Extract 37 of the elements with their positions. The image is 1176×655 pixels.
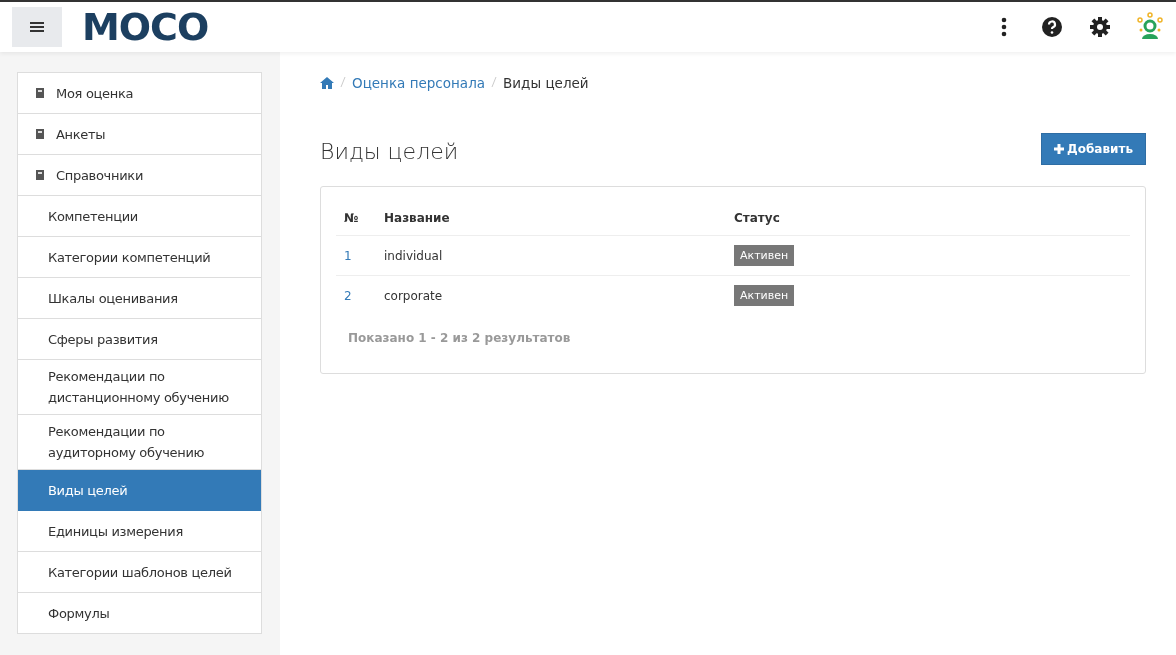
menu-button[interactable] — [12, 7, 62, 47]
sidebar-item[interactable]: Виды целей — [18, 470, 261, 511]
status-badge: Активен — [734, 245, 795, 266]
help-icon[interactable] — [1040, 15, 1064, 39]
book-icon — [34, 87, 46, 99]
sidebar-item[interactable]: Компетенции — [18, 196, 261, 237]
plus-icon — [1054, 144, 1065, 154]
table-cell: corporate — [376, 275, 726, 315]
page-title: Виды целей — [320, 139, 459, 164]
menu-icon — [30, 21, 44, 33]
sidebar-item[interactable]: Моя оценка — [18, 73, 261, 114]
status-badge: Активен — [734, 285, 795, 306]
sidebar-item[interactable]: Рекомендации по дистанционному обучению — [18, 360, 261, 415]
sidebar-item[interactable]: Категории шаблонов целей — [18, 552, 261, 593]
add-button[interactable]: Добавить — [1041, 133, 1146, 165]
sidebar-item[interactable]: Шкалы оценивания — [18, 278, 261, 319]
logo: MOCO — [82, 8, 209, 46]
table-cell: individual — [376, 235, 726, 276]
sidebar-item[interactable]: Анкеты — [18, 114, 261, 155]
column-header: № — [336, 201, 376, 236]
user-avatar-icon[interactable] — [1136, 12, 1164, 42]
sidebar-item[interactable]: Формулы — [18, 593, 261, 634]
column-header: Статус — [726, 201, 1130, 236]
sidebar-item[interactable]: Категории компетенций — [18, 237, 261, 278]
home-icon[interactable] — [320, 77, 334, 89]
breadcrumb-current: Виды целей — [503, 75, 589, 91]
row-number: 1 — [336, 235, 376, 276]
settings-icon[interactable] — [1088, 15, 1112, 39]
breadcrumb-link[interactable]: Оценка персонала — [352, 75, 486, 91]
book-icon — [34, 169, 46, 181]
row-number: 2 — [336, 275, 376, 315]
sidebar-item[interactable]: Сферы развития — [18, 319, 261, 360]
column-header: Название — [376, 201, 726, 236]
sidebar-item[interactable]: Единицы измерения — [18, 511, 261, 552]
book-icon — [34, 128, 46, 140]
results-summary: Показано 1 - 2 из 2 результатов — [348, 331, 572, 345]
sidebar-item[interactable]: Справочники — [18, 155, 261, 196]
